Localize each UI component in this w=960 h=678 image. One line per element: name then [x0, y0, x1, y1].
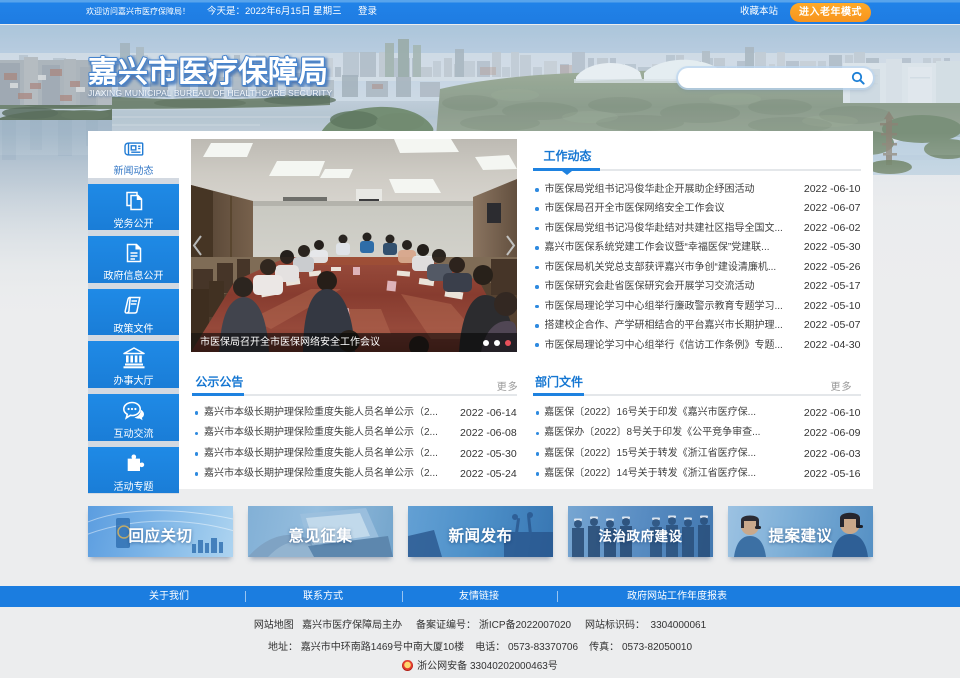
svg-text:嘉兴市医疗保障局: 嘉兴市医疗保障局	[88, 55, 328, 87]
